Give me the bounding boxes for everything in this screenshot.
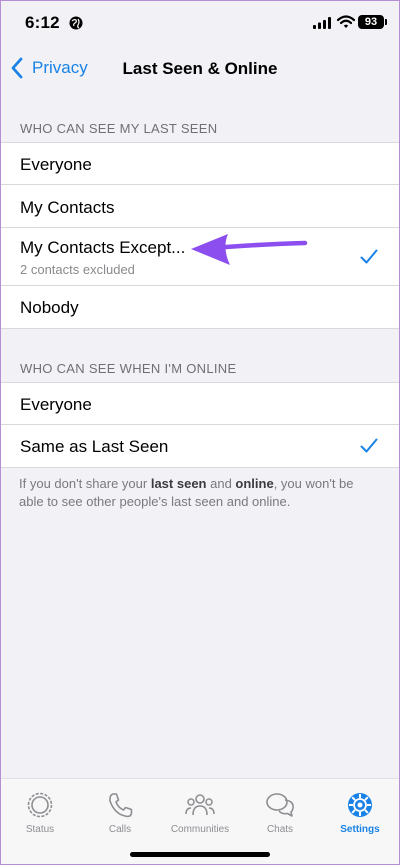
tab-label: Chats [266, 824, 294, 835]
wifi-icon [337, 15, 355, 28]
home-indicator [130, 852, 270, 857]
online-section-header: WHO CAN SEE WHEN I'M ONLINE [20, 361, 237, 376]
checkmark-icon [360, 249, 378, 264]
online-options: Everyone Same as Last Seen [0, 382, 400, 468]
status-icon [27, 792, 53, 818]
option-same-as-last-seen[interactable]: Same as Last Seen [0, 425, 400, 467]
tab-chats[interactable]: Chats [240, 791, 320, 835]
status-bar: 6:12 93 [0, 0, 400, 46]
option-label: Nobody [20, 298, 79, 317]
tab-settings[interactable]: Settings [320, 791, 400, 835]
option-label: Everyone [20, 155, 92, 174]
gear-icon [348, 793, 372, 817]
note-bold-last-seen: last seen [150, 476, 207, 491]
tab-label: Calls [108, 824, 132, 835]
option-label: My Contacts [20, 198, 115, 217]
option-label: Same as Last Seen [20, 437, 169, 456]
tab-label: Settings [340, 824, 380, 835]
chats-icon [266, 793, 294, 817]
note-text: and [206, 476, 236, 491]
page-title: Last Seen & Online [122, 59, 278, 78]
status-time: 6:12 [25, 13, 60, 32]
annotation-arrow-icon [191, 234, 308, 265]
phone-icon [109, 793, 133, 818]
option-online-everyone[interactable]: Everyone [0, 383, 400, 425]
note-bold-online: online [235, 476, 274, 491]
option-nobody[interactable]: Nobody [0, 286, 400, 328]
option-subtitle: 2 contacts excluded [20, 262, 135, 277]
tab-communities[interactable]: Communities [160, 791, 240, 835]
tab-label: Communities [170, 824, 230, 835]
checkmark-icon [360, 438, 378, 453]
online-visibility-note: If you don't share your last seen and on… [19, 475, 379, 511]
battery-tip [385, 19, 387, 25]
option-label: Everyone [20, 395, 92, 414]
note-text: If you don't share your [19, 476, 151, 491]
battery-indicator: 93 [358, 15, 384, 29]
cellular-signal-icon [313, 17, 331, 29]
tab-calls[interactable]: Calls [80, 791, 160, 835]
option-label: My Contacts Except... [20, 238, 186, 257]
tab-label: Status [25, 824, 55, 835]
navigation-bar: Privacy Last Seen & Online [0, 46, 400, 90]
globe-icon [69, 16, 83, 30]
option-everyone[interactable]: Everyone [0, 143, 400, 185]
communities-icon [185, 794, 215, 816]
option-my-contacts[interactable]: My Contacts [0, 185, 400, 228]
tab-status[interactable]: Status [0, 791, 80, 835]
last-seen-section-header: WHO CAN SEE MY LAST SEEN [20, 121, 218, 136]
